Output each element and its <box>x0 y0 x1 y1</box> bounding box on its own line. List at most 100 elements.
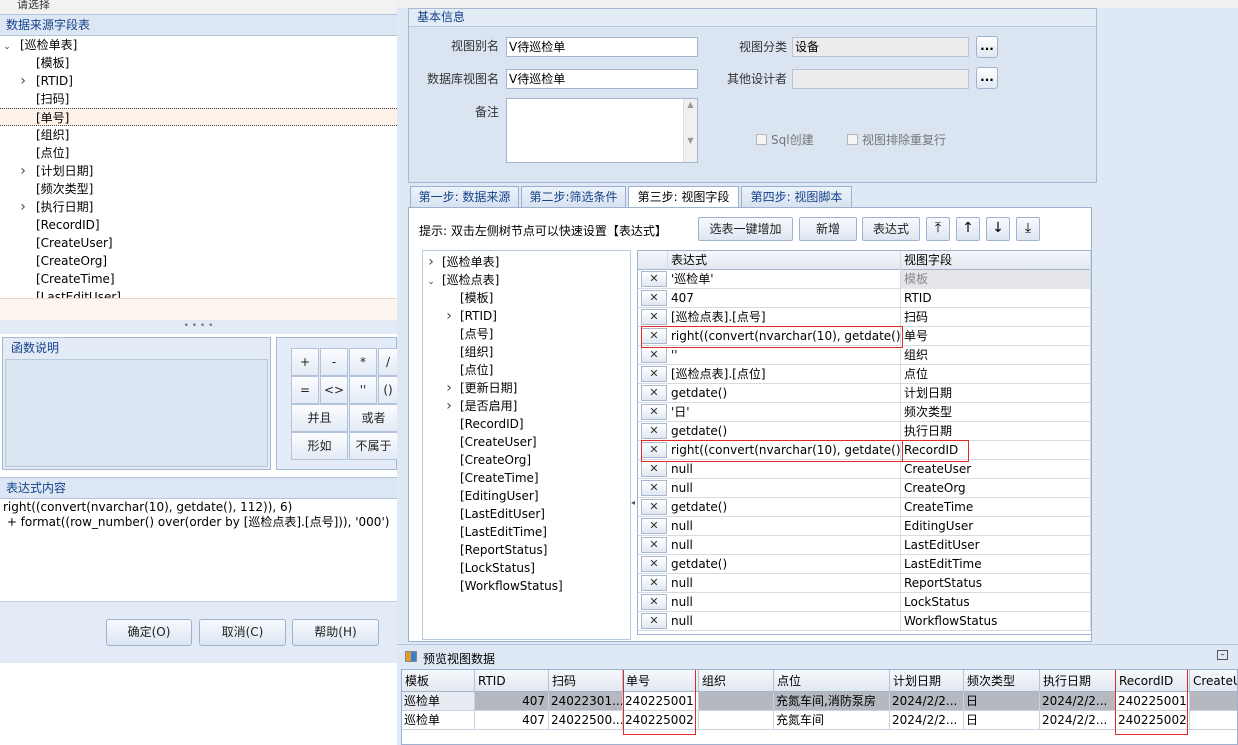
grid-header-view-field[interactable]: 视图字段 <box>901 251 1091 270</box>
view-field-cell[interactable]: 组织 <box>901 346 1091 365</box>
operator-button[interactable]: + <box>291 348 319 376</box>
view-field-cell[interactable]: 模板 <box>901 270 1091 289</box>
expression-cell[interactable]: '日' <box>668 403 901 422</box>
view-field-cell[interactable]: 点位 <box>901 365 1091 384</box>
delete-row-icon[interactable]: ✕ <box>641 594 667 610</box>
field-tree-node[interactable]: [LastEditTime] <box>423 523 630 541</box>
delete-row-icon[interactable]: ✕ <box>641 537 667 553</box>
field-row[interactable]: ✕ null LastEditUser <box>638 536 1091 555</box>
delete-row-icon[interactable]: ✕ <box>641 404 667 420</box>
operator-button[interactable]: - <box>320 348 348 376</box>
tree-horizontal-scroll[interactable] <box>0 298 397 320</box>
field-tree-node[interactable]: › [更新日期] <box>423 379 630 397</box>
delete-row-icon[interactable]: ✕ <box>641 461 667 477</box>
delete-row-icon[interactable]: ✕ <box>641 613 667 629</box>
collapse-icon[interactable]: – <box>1217 650 1228 660</box>
expression-cell[interactable]: getdate() <box>668 555 901 574</box>
operator-button[interactable]: * <box>349 348 377 376</box>
move-up-icon[interactable]: ↑ <box>956 217 980 241</box>
view-field-cell[interactable]: 计划日期 <box>901 384 1091 403</box>
field-tree-node[interactable]: › [巡检单表] <box>423 253 630 271</box>
delete-row-icon[interactable]: ✕ <box>641 556 667 572</box>
preview-column-header[interactable]: 单号 <box>623 670 699 692</box>
panel-splitter[interactable]: • • • • <box>0 320 397 334</box>
view-field-cell[interactable]: ReportStatus <box>901 574 1091 593</box>
field-tree-node[interactable]: [LastEditUser] <box>423 505 630 523</box>
preview-cell[interactable]: 2024/2/2... <box>1040 692 1116 711</box>
preview-data-grid[interactable]: 模板 RTID 扫码 单号 组织 点位 计划日期 频次类型 执行日期 RecordID Create… <box>401 669 1238 745</box>
delete-row-icon[interactable]: ✕ <box>641 347 667 363</box>
collapsed-arrow-icon[interactable]: › <box>18 162 28 180</box>
preview-cell[interactable]: 407 <box>475 711 549 730</box>
other-designer-browse-button[interactable]: ... <box>976 67 998 89</box>
field-row[interactable]: ✕ null WorkflowStatus <box>638 612 1091 631</box>
view-field-cell[interactable]: 单号 <box>901 327 1091 346</box>
delete-row-icon[interactable]: ✕ <box>641 290 667 306</box>
field-row[interactable]: ✕ getdate() LastEditTime <box>638 555 1091 574</box>
delete-row-icon[interactable]: ✕ <box>641 366 667 382</box>
remark-textarea[interactable]: ▲ ▼ <box>506 98 698 163</box>
field-row[interactable]: ✕ getdate() 执行日期 <box>638 422 1091 441</box>
tree-node[interactable]: [单号] <box>0 108 397 126</box>
expression-cell[interactable]: null <box>668 612 901 631</box>
delete-row-icon[interactable]: ✕ <box>641 328 667 344</box>
field-source-tree[interactable]: › [巡检单表] ⌄ [巡检点表] [模板] › [RTID] [点号] [组织] [点位] › [更… <box>422 250 631 640</box>
field-row[interactable]: ✕ '日' 频次类型 <box>638 403 1091 422</box>
field-row[interactable]: ✕ null EditingUser <box>638 517 1091 536</box>
preview-cell[interactable]: 巡检单 <box>402 711 475 730</box>
sql-create-checkbox[interactable]: Sql创建 <box>756 131 814 148</box>
preview-column-header[interactable]: 执行日期 <box>1040 670 1116 692</box>
view-field-cell[interactable]: RTID <box>901 289 1091 308</box>
field-tree-node[interactable]: [ReportStatus] <box>423 541 630 559</box>
field-tree-node[interactable]: [模板] <box>423 289 630 307</box>
tab-step1-data-source[interactable]: 第一步: 数据来源 <box>410 186 519 208</box>
preview-cell[interactable]: 407 <box>475 692 549 711</box>
view-field-cell[interactable]: 执行日期 <box>901 422 1091 441</box>
select-table-add-button[interactable]: 选表一键增加 <box>698 217 793 241</box>
delete-row-icon[interactable]: ✕ <box>641 442 667 458</box>
preview-cell[interactable]: 2024/2/2... <box>890 711 964 730</box>
preview-cell[interactable]: 24022500... <box>549 711 623 730</box>
preview-column-header[interactable]: 模板 <box>402 670 475 692</box>
delete-row-icon[interactable]: ✕ <box>641 385 667 401</box>
move-top-icon[interactable]: ⤒ <box>926 217 950 241</box>
field-row[interactable]: ✕ null ReportStatus <box>638 574 1091 593</box>
operator-button[interactable]: / <box>378 348 398 376</box>
view-alias-input[interactable]: V待巡检单 <box>506 37 698 57</box>
tree-node[interactable]: ⌄ [巡检单表] <box>0 36 397 54</box>
view-fields-grid[interactable]: 表达式 视图字段 ✕ '巡检单' 模板 ✕ 407 RTID ✕ [巡检点表].[点号] 扫码 ✕ ri… <box>637 250 1092 635</box>
tree-node[interactable]: [CreateUser] <box>0 234 397 252</box>
preview-column-header[interactable]: RTID <box>475 670 549 692</box>
expression-cell[interactable]: getdate() <box>668 422 901 441</box>
expression-cell[interactable]: null <box>668 593 901 612</box>
help-button[interactable]: 帮助(H) <box>292 619 379 646</box>
preview-cell[interactable]: 240225002 <box>1116 711 1190 730</box>
field-row[interactable]: ✕ [巡检点表].[点号] 扫码 <box>638 308 1091 327</box>
tree-node[interactable]: [模板] <box>0 54 397 72</box>
field-tree-node[interactable]: › [RTID] <box>423 307 630 325</box>
tree-node[interactable]: › [执行日期] <box>0 198 397 216</box>
preview-cell[interactable] <box>699 711 774 730</box>
preview-column-header[interactable]: 计划日期 <box>890 670 964 692</box>
delete-row-icon[interactable]: ✕ <box>641 423 667 439</box>
operator-button[interactable]: () <box>378 376 398 404</box>
preview-column-header[interactable]: CreateU <box>1190 670 1237 692</box>
operator-button[interactable]: 并且 <box>291 404 348 432</box>
preview-cell[interactable] <box>1190 692 1237 711</box>
field-tree-node[interactable]: ⌄ [巡检点表] <box>423 271 630 289</box>
preview-column-header[interactable]: 组织 <box>699 670 774 692</box>
operator-button[interactable]: '' <box>349 376 377 404</box>
expression-cell[interactable]: null <box>668 536 901 555</box>
tab-step4-view-script[interactable]: 第四步: 视图脚本 <box>741 186 852 208</box>
delete-row-icon[interactable]: ✕ <box>641 271 667 287</box>
field-tree-node[interactable]: › [是否启用] <box>423 397 630 415</box>
preview-cell[interactable]: 2024/2/2... <box>1040 711 1116 730</box>
delete-row-icon[interactable]: ✕ <box>641 575 667 591</box>
preview-cell[interactable]: 24022301... <box>549 692 623 711</box>
collapsed-arrow-icon[interactable]: › <box>18 198 28 216</box>
grid-header-expression[interactable]: 表达式 <box>668 251 901 270</box>
field-tree-node[interactable]: [EditingUser] <box>423 487 630 505</box>
dedupe-rows-checkbox[interactable]: 视图排除重复行 <box>847 131 946 148</box>
cancel-button[interactable]: 取消(C) <box>199 619 286 646</box>
field-tree-node[interactable]: [组织] <box>423 343 630 361</box>
